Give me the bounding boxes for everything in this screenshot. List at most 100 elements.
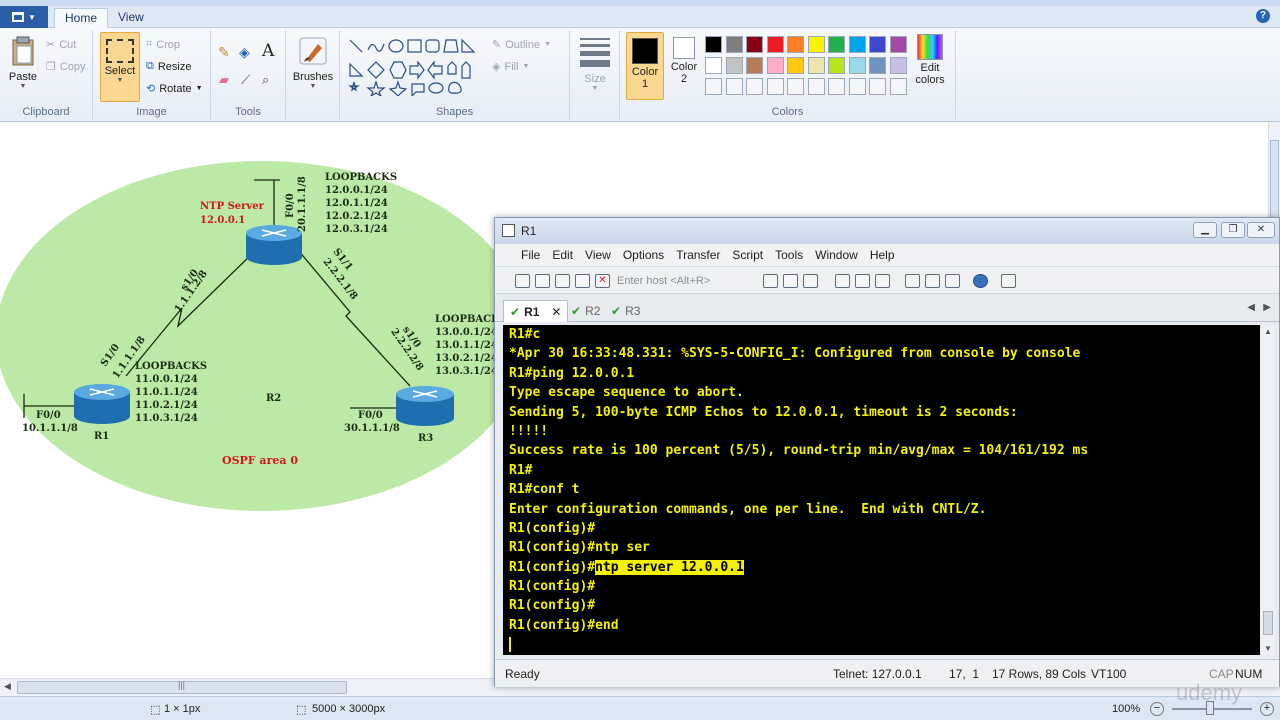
- select-button[interactable]: Select ▼: [100, 32, 140, 102]
- tab-home[interactable]: Home: [54, 8, 109, 28]
- menu-transfer[interactable]: Transfer: [670, 248, 726, 262]
- reconnect-icon[interactable]: [575, 274, 590, 288]
- tab-session-r1[interactable]: ✔ R1 ✕: [503, 300, 569, 322]
- copy-button[interactable]: ❐ Copy: [46, 60, 86, 74]
- terminal-scrollbar[interactable]: ▲ ▼: [1261, 325, 1275, 655]
- resize-button[interactable]: ⧉ Resize: [146, 60, 191, 73]
- color-swatch[interactable]: [848, 36, 866, 53]
- color-swatch[interactable]: [828, 36, 845, 53]
- color-swatch[interactable]: [807, 36, 825, 53]
- copy-icon[interactable]: [763, 274, 778, 288]
- scroll-left-icon[interactable]: ◀: [4, 681, 11, 692]
- color-swatch[interactable]: [869, 57, 886, 74]
- shapes-gallery[interactable]: [346, 38, 486, 96]
- custom-color-slot[interactable]: [725, 78, 743, 95]
- rotate-button[interactable]: ⟲ Rotate ▼: [146, 82, 203, 96]
- session-options-icon[interactable]: [835, 274, 850, 288]
- custom-color-slot[interactable]: [746, 78, 763, 95]
- paint-menu-button[interactable]: ▼: [0, 6, 48, 28]
- custom-color-slot[interactable]: [787, 78, 804, 95]
- tab-scroll-left-icon[interactable]: ◀: [1247, 302, 1255, 313]
- color-swatch[interactable]: [705, 36, 722, 53]
- color-swatch[interactable]: [869, 36, 886, 53]
- fill-button[interactable]: ◈ Fill ▼: [492, 60, 529, 74]
- minimize-icon[interactable]: ▁: [1193, 222, 1217, 238]
- print-setup-icon[interactable]: [855, 274, 870, 288]
- color-swatch[interactable]: [889, 57, 907, 74]
- menu-tools[interactable]: Tools: [769, 248, 809, 262]
- color-swatch[interactable]: [766, 57, 784, 74]
- menu-file[interactable]: File: [515, 248, 546, 262]
- cut-button[interactable]: ✂ Cut: [46, 38, 76, 52]
- scrollbar-thumb[interactable]: [1263, 611, 1273, 635]
- color-swatch[interactable]: [787, 57, 804, 74]
- color-swatch[interactable]: [766, 36, 784, 53]
- menu-options[interactable]: Options: [617, 248, 670, 262]
- outline-button[interactable]: ✎ Outline ▼: [492, 38, 551, 52]
- color-swatch[interactable]: [725, 57, 743, 74]
- find-icon[interactable]: [803, 274, 818, 288]
- tab-session-r2[interactable]: ✔ R2: [565, 300, 606, 322]
- paste-button[interactable]: Paste ▼: [6, 36, 40, 90]
- edit-colors-button[interactable]: Edit colors: [912, 34, 948, 86]
- color-swatch[interactable]: [705, 57, 722, 74]
- color-picker-icon[interactable]: ⟋: [241, 72, 250, 88]
- tab-session-r3[interactable]: ✔ R3: [605, 300, 646, 322]
- scrollbar-thumb[interactable]: |||: [17, 680, 347, 694]
- paste-icon[interactable]: [783, 274, 798, 288]
- scrollbar-thumb[interactable]: [1270, 140, 1279, 220]
- close-icon[interactable]: ✕: [1247, 222, 1275, 238]
- custom-color-slot[interactable]: [705, 78, 722, 95]
- quick-connect-icon[interactable]: [535, 274, 550, 288]
- custom-color-slot[interactable]: [869, 78, 886, 95]
- sftp-icon[interactable]: [905, 274, 920, 288]
- zoom-in-icon[interactable]: +: [1260, 702, 1274, 716]
- custom-color-slot[interactable]: [766, 78, 784, 95]
- color-swatch[interactable]: [725, 36, 743, 53]
- connect-tab-icon[interactable]: [555, 274, 570, 288]
- keymap-icon[interactable]: [945, 274, 960, 288]
- menu-script[interactable]: Script: [726, 248, 769, 262]
- color-swatch[interactable]: [807, 57, 825, 74]
- color-swatch[interactable]: [746, 57, 763, 74]
- menu-edit[interactable]: Edit: [546, 248, 579, 262]
- size-button[interactable]: Size ▼: [578, 38, 612, 92]
- print-icon[interactable]: [875, 274, 890, 288]
- zoom-window-icon[interactable]: [1001, 274, 1016, 288]
- color2-button[interactable]: Color 2: [666, 37, 702, 85]
- color-swatch[interactable]: [787, 36, 804, 53]
- custom-color-slot[interactable]: [828, 78, 845, 95]
- pencil-icon[interactable]: ✎: [218, 44, 230, 61]
- fill-bucket-icon[interactable]: ◈: [239, 44, 250, 61]
- color1-button[interactable]: Color 1: [626, 32, 664, 100]
- tab-scroll-right-icon[interactable]: ▶: [1263, 302, 1271, 313]
- menu-view[interactable]: View: [579, 248, 617, 262]
- help-icon[interactable]: ?: [1256, 9, 1270, 23]
- connect-icon[interactable]: [515, 274, 530, 288]
- help-icon[interactable]: [973, 274, 988, 288]
- terminal-screen[interactable]: R1#c *Apr 30 16:33:48.331: %SYS-5-CONFIG_…: [503, 325, 1260, 655]
- color-swatch[interactable]: [746, 36, 763, 53]
- crop-button[interactable]: ⌗ Crop: [146, 38, 180, 51]
- text-tool-icon[interactable]: A: [262, 41, 274, 61]
- custom-color-slot[interactable]: [889, 78, 907, 95]
- custom-color-slot[interactable]: [848, 78, 866, 95]
- scroll-down-icon[interactable]: ▼: [1264, 644, 1272, 653]
- disconnect-icon[interactable]: ✕: [595, 274, 610, 288]
- brushes-button[interactable]: Brushes ▼: [290, 36, 336, 90]
- eraser-icon[interactable]: ▰: [219, 72, 229, 88]
- close-tab-icon[interactable]: ✕: [551, 302, 561, 322]
- custom-color-slot[interactable]: [807, 78, 825, 95]
- settings-icon[interactable]: [925, 274, 940, 288]
- zoom-out-icon[interactable]: −: [1150, 702, 1164, 716]
- menu-help[interactable]: Help: [864, 248, 901, 262]
- color-swatch[interactable]: [848, 57, 866, 74]
- scroll-up-icon[interactable]: ▲: [1264, 327, 1272, 336]
- color-swatch[interactable]: [828, 57, 845, 74]
- magnifier-icon[interactable]: ⌕: [262, 72, 269, 88]
- color-swatch[interactable]: [889, 36, 907, 53]
- maximize-icon[interactable]: ❐: [1221, 222, 1245, 238]
- tab-view[interactable]: View: [108, 8, 154, 28]
- host-input[interactable]: Enter host <Alt+R>: [613, 272, 753, 290]
- menu-window[interactable]: Window: [809, 248, 864, 262]
